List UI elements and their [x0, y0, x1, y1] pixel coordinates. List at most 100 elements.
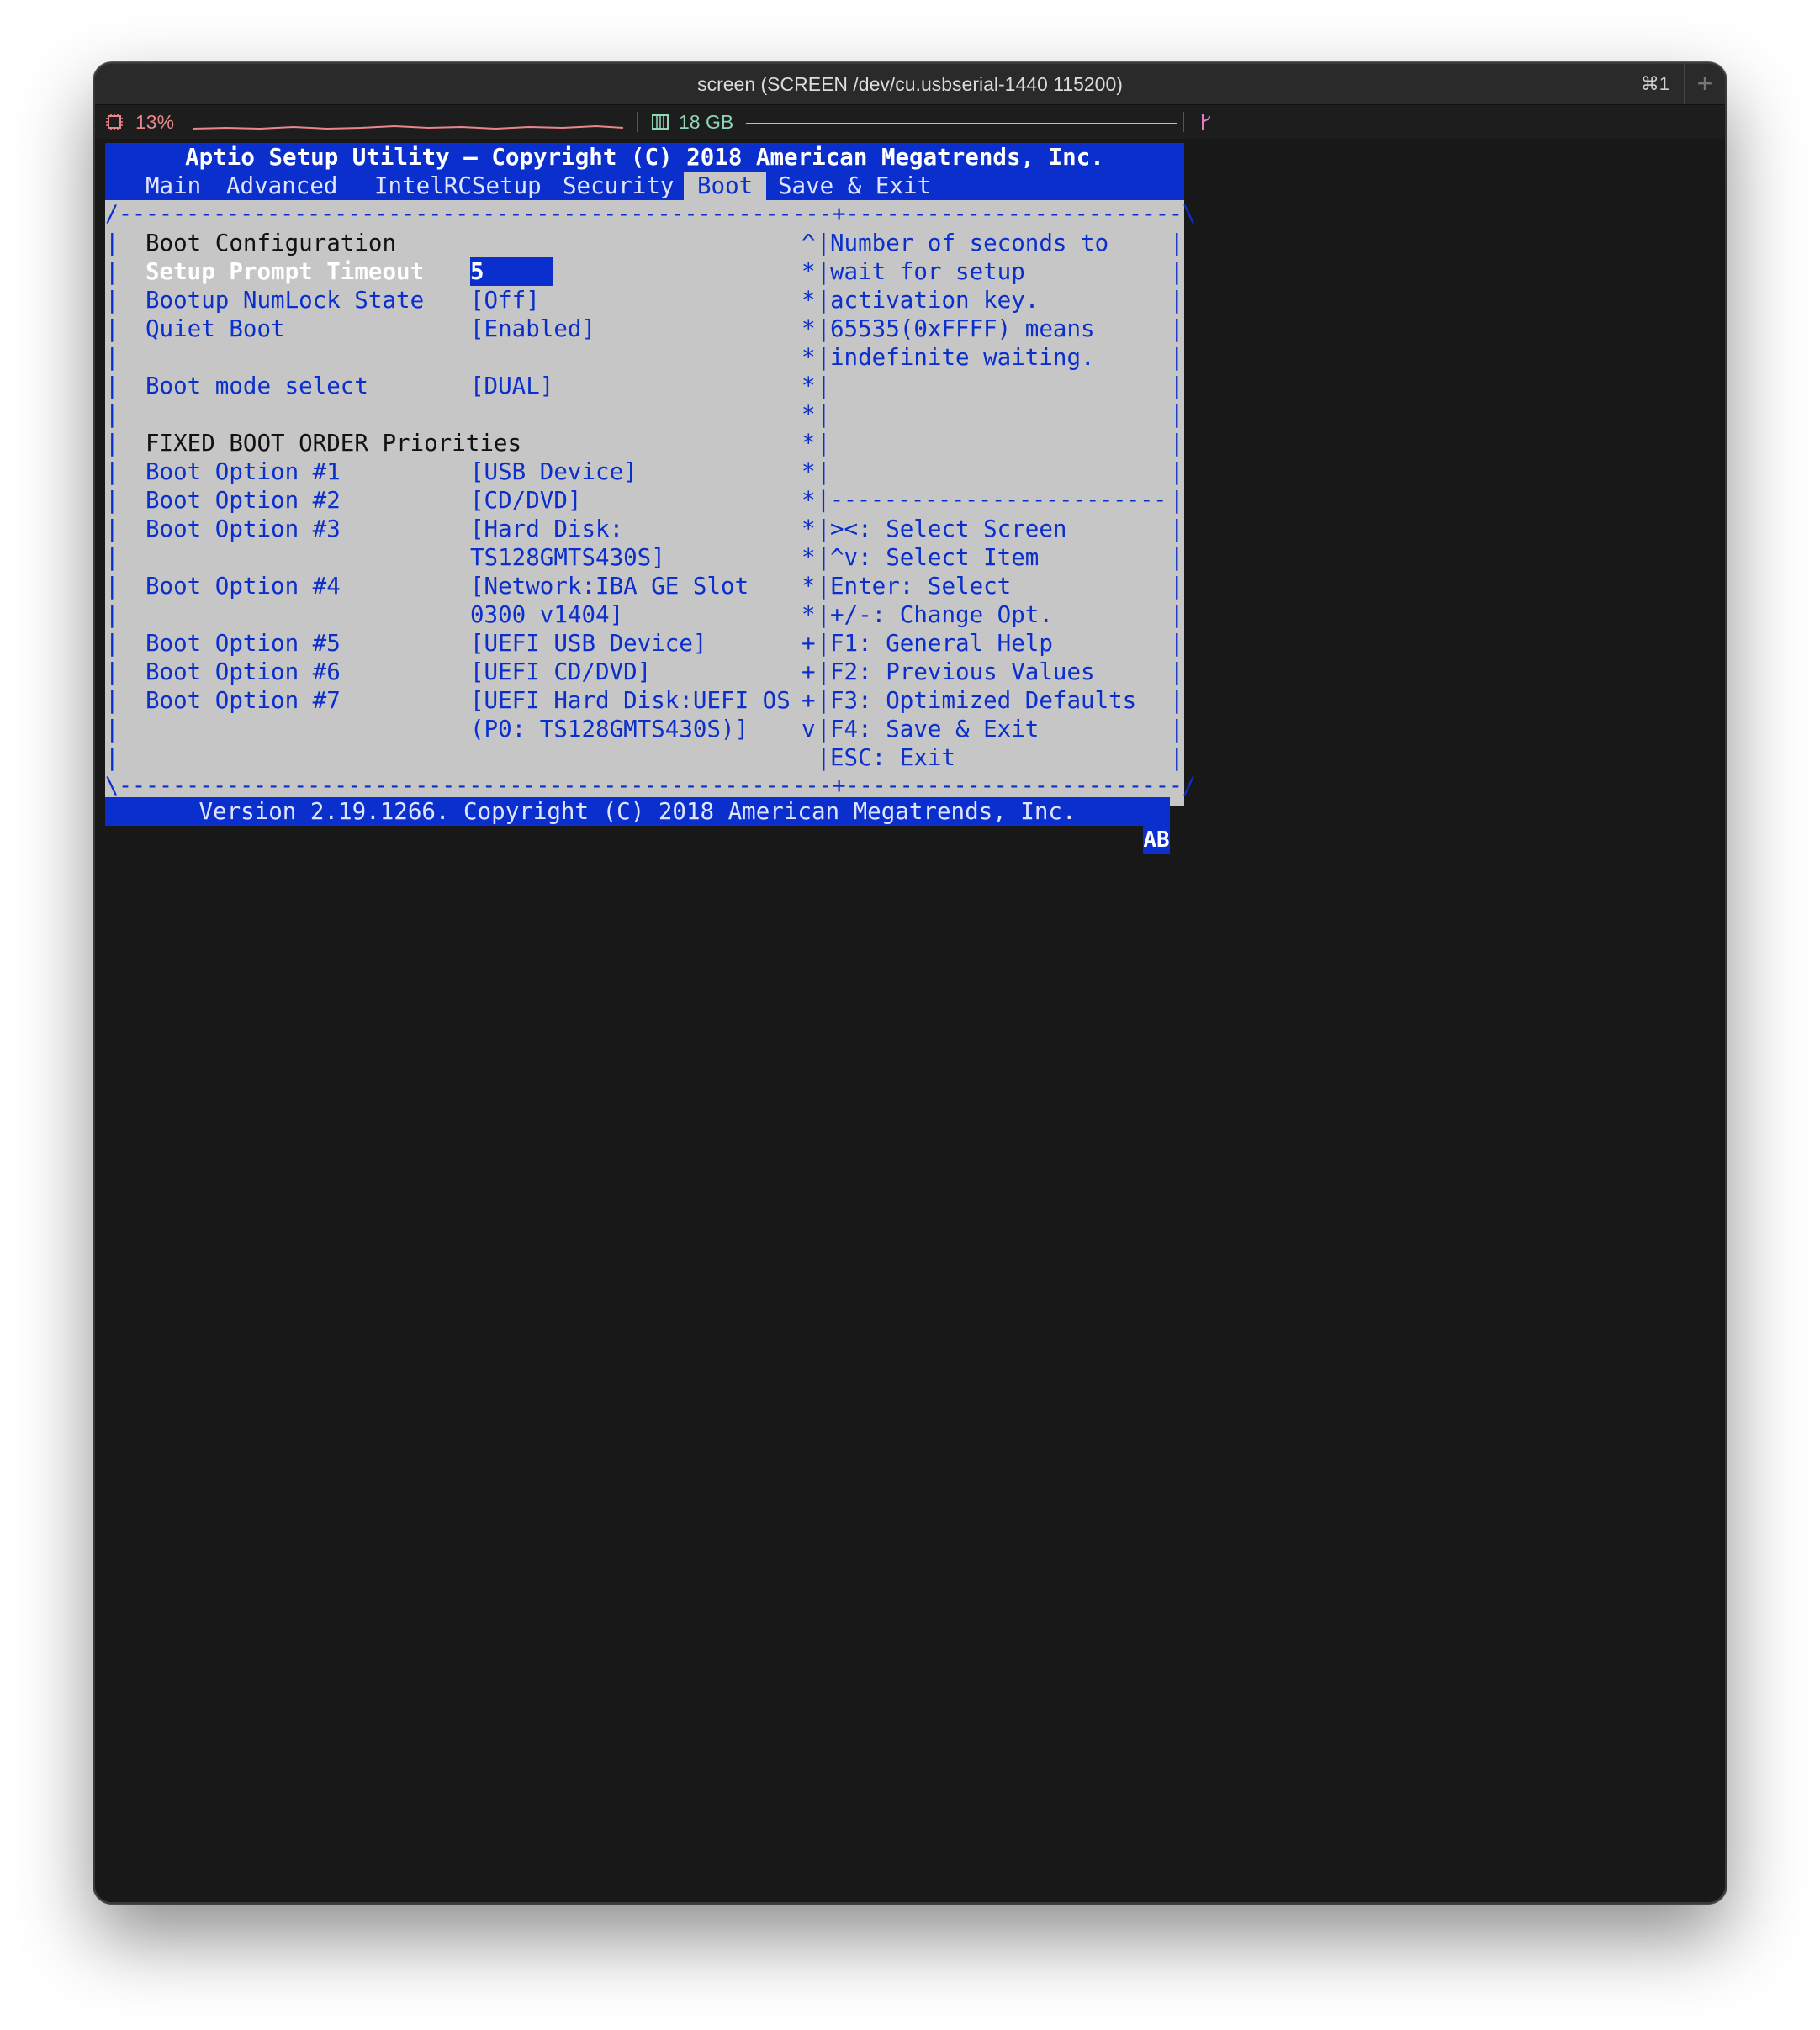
quiet-boot-value[interactable]: [Enabled]	[470, 315, 595, 343]
boot-option-7-value[interactable]: [UEFI Hard Disk:UEFI OS	[470, 686, 791, 715]
boot-option-2-label[interactable]: Boot Option #2	[145, 486, 341, 515]
frame-right-bar: |	[1170, 744, 1184, 771]
tab-intelrcsetup[interactable]: IntelRCSetup	[374, 172, 542, 200]
help-key-select-screen: ><: Select Screen	[830, 515, 1067, 542]
help-panel-divider: |	[817, 344, 831, 371]
window-title: screen (SCREEN /dev/cu.usbserial-1440 11…	[697, 73, 1123, 95]
help-panel-divider: |	[817, 601, 831, 628]
help-key-change-opt: +/-: Change Opt.	[830, 601, 1053, 628]
memory-sparkline	[746, 123, 1177, 124]
tab-advanced[interactable]: Advanced	[226, 172, 337, 200]
frame-left-bar: |	[105, 430, 119, 457]
setup-prompt-timeout-label[interactable]: Setup Prompt Timeout	[145, 257, 424, 286]
frame-right-bar: |	[1170, 544, 1184, 571]
boot-option-2-value[interactable]: [CD/DVD]	[470, 486, 581, 515]
status-separator	[1183, 112, 1184, 132]
help-panel-divider: |	[817, 315, 831, 342]
tab-save-exit[interactable]: Save & Exit	[778, 172, 931, 200]
tab-shortcut-label: ⌘1	[1640, 73, 1669, 94]
frame-right-bar: |	[1170, 716, 1184, 743]
scroll-indicator: *	[802, 515, 816, 542]
frame-right-bar: |	[1170, 287, 1184, 314]
frame-left-bar: |	[105, 315, 119, 342]
quiet-boot-label[interactable]: Quiet Boot	[145, 315, 285, 343]
terminal-window: screen (SCREEN /dev/cu.usbserial-1440 11…	[93, 62, 1727, 1904]
scroll-indicator	[802, 743, 816, 772]
boot-option-4-value[interactable]: [Network:IBA GE Slot	[470, 572, 749, 600]
scroll-indicator: ^	[802, 230, 816, 256]
frame-right-bar: |	[1170, 344, 1184, 371]
frame-left-bar: |	[105, 401, 119, 428]
help-panel-divider: |	[817, 258, 831, 285]
boot-option-4-label[interactable]: Boot Option #4	[145, 572, 341, 600]
frame-right-bar: |	[1170, 630, 1184, 657]
frame-left-bar: |	[105, 744, 119, 771]
frame-left-bar: |	[105, 458, 119, 485]
tab-boot[interactable]: Boot	[684, 172, 767, 200]
status-bar: 13% 18 GB	[95, 105, 1725, 139]
cpu-usage: 13%	[135, 111, 175, 133]
help-panel-divider: |	[817, 515, 831, 542]
boot-option-4-value-continued[interactable]: 0300 v1404]	[470, 600, 623, 629]
frame-left-bar: |	[105, 601, 119, 628]
frame-left-bar: |	[105, 658, 119, 685]
help-panel-divider: |	[817, 744, 831, 771]
frame-left-bar: |	[105, 258, 119, 285]
frame-left-bar: |	[105, 687, 119, 714]
frame-left-bar: |	[105, 573, 119, 600]
boot-mode-select-value[interactable]: [DUAL]	[470, 372, 553, 400]
help-key-f4: F4: Save & Exit	[830, 716, 1040, 743]
bootup-numlock-state-label[interactable]: Bootup NumLock State	[145, 286, 424, 315]
frame-left-bar: |	[105, 544, 119, 571]
terminal-viewport[interactable]: Aptio Setup Utility – Copyright (C) 2018…	[95, 140, 1725, 1902]
boot-option-5-value[interactable]: [UEFI USB Device]	[470, 629, 706, 658]
frame-left-bar: |	[105, 515, 119, 542]
help-key-f2: F2: Previous Values	[830, 658, 1095, 685]
title-bar[interactable]: screen (SCREEN /dev/cu.usbserial-1440 11…	[95, 64, 1725, 105]
frame-right-bar: |	[1170, 401, 1184, 428]
boot-option-1-label[interactable]: Boot Option #1	[145, 457, 341, 486]
bios-title: Aptio Setup Utility – Copyright (C) 2018…	[185, 144, 1104, 171]
help-description-line: indefinite waiting.	[830, 344, 1095, 371]
boot-option-7-label[interactable]: Boot Option #7	[145, 686, 341, 715]
setup-prompt-timeout-field[interactable]: 5	[470, 257, 554, 286]
boot-option-6-label[interactable]: Boot Option #6	[145, 658, 341, 686]
frame-right-bar: |	[1170, 430, 1184, 457]
frame-right-bar: |	[1170, 573, 1184, 600]
boot-option-7-value-continued[interactable]: (P0: TS128GMTS430S)]	[470, 715, 749, 743]
scroll-indicator: *	[802, 458, 816, 485]
help-key-f3: F3: Optimized Defaults	[830, 687, 1137, 714]
help-key-enter: Enter: Select	[830, 573, 1012, 600]
boot-option-3-label[interactable]: Boot Option #3	[145, 515, 341, 543]
help-key-f1: F1: General Help	[830, 630, 1053, 657]
bios-footer: Version 2.19.1266. Copyright (C) 2018 Am…	[105, 797, 1170, 826]
scroll-indicator: +	[802, 630, 816, 657]
tab-security[interactable]: Security	[563, 172, 674, 200]
boot-option-5-label[interactable]: Boot Option #5	[145, 629, 341, 658]
frame-right-bar: |	[1170, 458, 1184, 485]
bootup-numlock-state-value[interactable]: [Off]	[470, 286, 540, 315]
boot-option-3-value-continued[interactable]: TS128GMTS430S]	[470, 543, 665, 572]
frame-left-bar: |	[105, 630, 119, 657]
help-description-line: 65535(0xFFFF) means	[830, 315, 1095, 342]
tab-main[interactable]: Main	[145, 172, 201, 200]
cpu-sparkline	[193, 124, 623, 130]
frame-left-bar: |	[105, 344, 119, 371]
help-panel-divider: |	[817, 630, 831, 657]
help-description-line: activation key.	[830, 287, 1040, 314]
help-description-line: Number of seconds to	[830, 230, 1109, 256]
frame-right-bar: |	[1170, 658, 1184, 685]
boot-mode-select-label[interactable]: Boot mode select	[145, 372, 368, 400]
memory-icon	[652, 114, 669, 130]
frame-top: /---------------------------------------…	[105, 201, 1196, 227]
frame-left-bar: |	[105, 716, 119, 743]
help-panel-divider: |	[817, 687, 831, 714]
help-panel-divider: |	[817, 458, 831, 485]
boot-option-3-value[interactable]: [Hard Disk:	[470, 515, 623, 543]
boot-option-1-value[interactable]: [USB Device]	[470, 457, 638, 486]
help-panel-divider: |	[817, 716, 831, 743]
new-tab-button[interactable]: +	[1685, 64, 1725, 104]
frame-right-bar: |	[1170, 487, 1184, 514]
boot-option-6-value[interactable]: [UEFI CD/DVD]	[470, 658, 651, 686]
frame-right-bar: |	[1170, 687, 1184, 714]
